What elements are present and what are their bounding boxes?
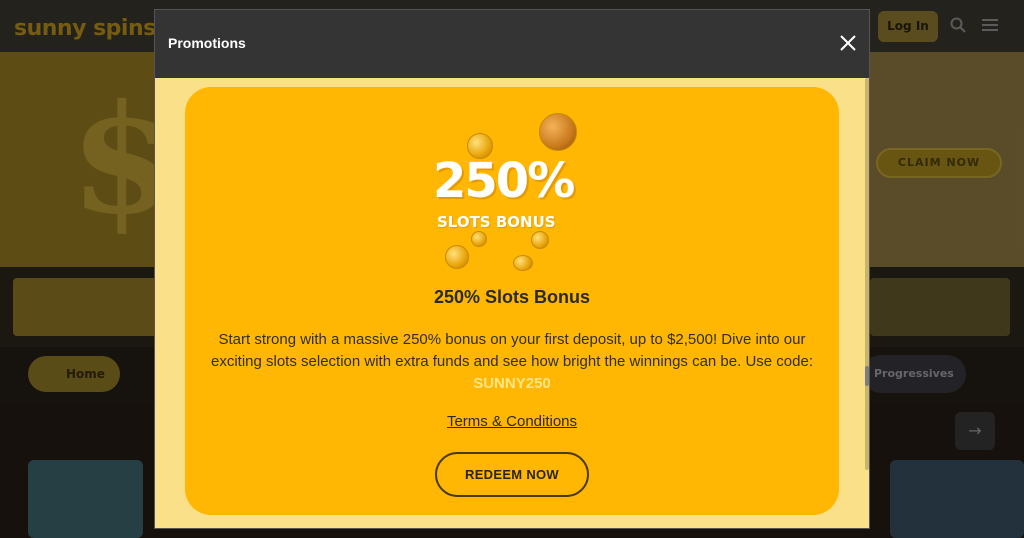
redeem-button[interactable]: REDEEM NOW [435,452,589,497]
promo-card: 250% SLOTS BONUS 250% Slots Bonus Start … [185,87,839,515]
coin-icon [471,231,487,247]
promo-art-number: 250% [433,153,575,209]
modal-header: Promotions [155,10,869,78]
modal-scrollbar[interactable] [865,78,869,470]
promo-description: Start strong with a massive 250% bonus o… [199,329,825,395]
promo-description-text: Start strong with a massive 250% bonus o… [210,331,813,370]
coin-icon [445,245,469,269]
modal-title: Promotions [168,35,246,51]
close-icon[interactable] [839,34,857,52]
coin-icon [513,255,533,271]
promotions-modal: Promotions 250% SLOTS BONUS 250% Slots B… [154,9,870,529]
promo-image: 250% SLOTS BONUS [425,113,605,273]
coin-icon [531,231,549,249]
coin-icon [539,113,577,151]
terms-link[interactable]: Terms & Conditions [185,413,839,430]
scroll-thumb[interactable] [865,366,869,386]
promo-code: SUNNY250 [473,375,551,392]
promo-art-subtitle: SLOTS BONUS [437,213,556,231]
promo-heading: 250% Slots Bonus [433,287,591,307]
